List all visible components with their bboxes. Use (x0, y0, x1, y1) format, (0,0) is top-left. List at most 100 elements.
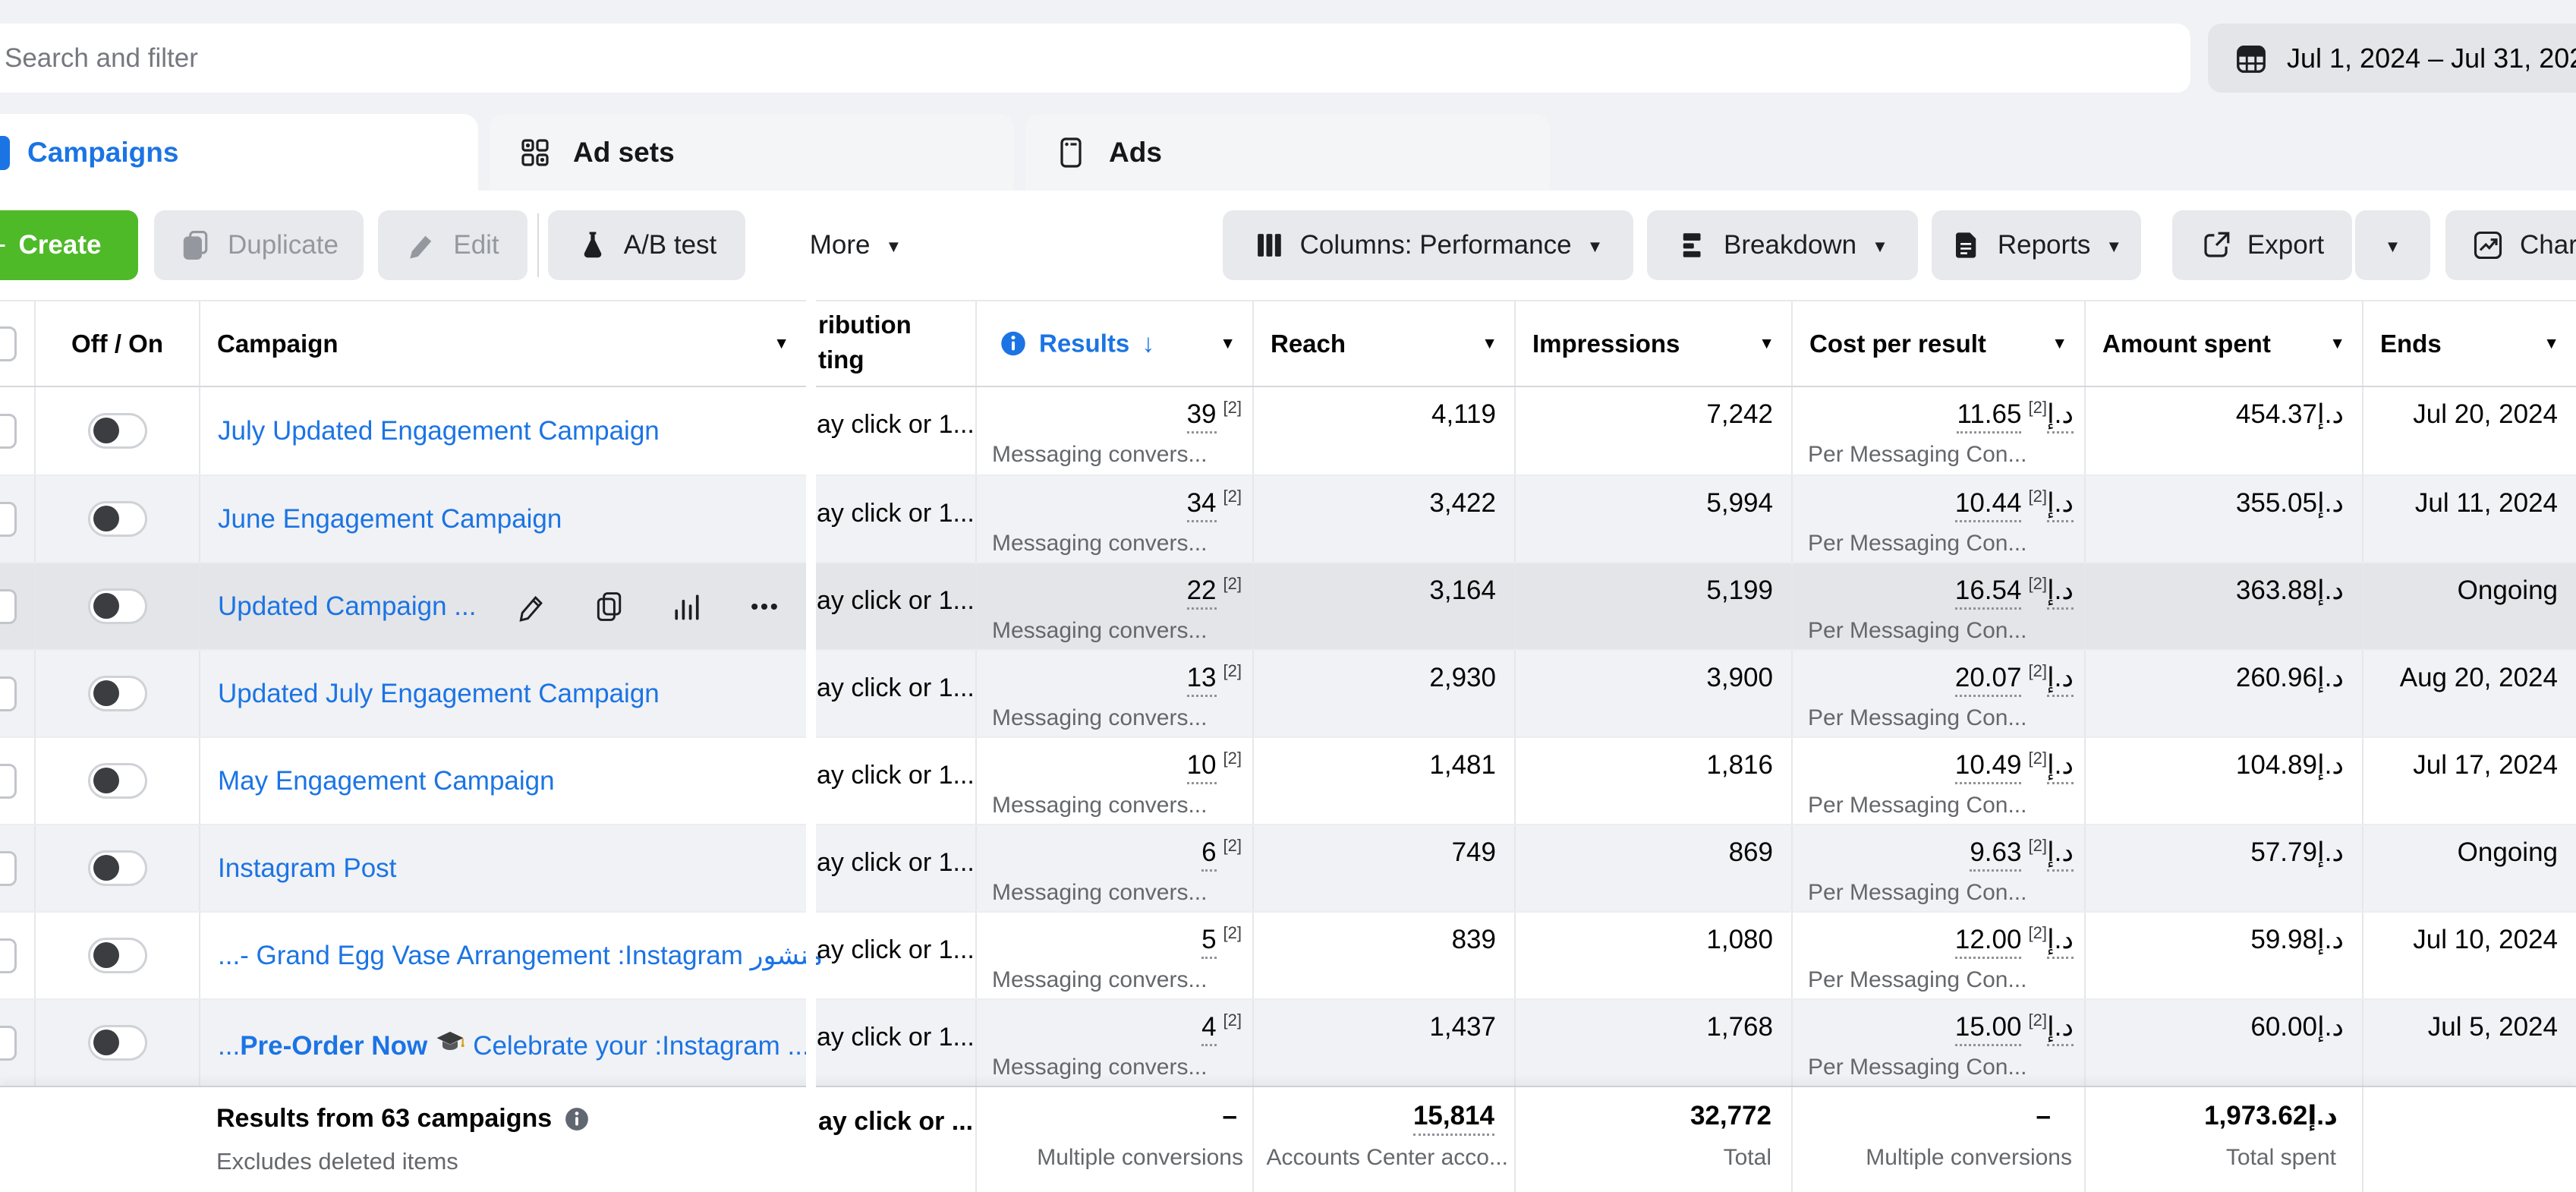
view-charts-icon[interactable] (670, 590, 704, 623)
tab-ad-sets-label: Ad sets (573, 137, 675, 169)
sort-caret-icon: ▼ (1482, 335, 1497, 353)
export-options-button[interactable]: ▼ (2355, 210, 2430, 280)
toggle-cell (34, 738, 199, 824)
table-header: Off / On Campaign ▼ ribution ting Result… (0, 300, 2576, 387)
header-results[interactable]: Results ↓ ▼ (975, 301, 1252, 386)
toggle-cell (34, 387, 199, 475)
header-ends[interactable]: Ends ▼ (2362, 301, 2576, 386)
reach-cell: 839 (1252, 913, 1514, 998)
ends-value: Ongoing (2458, 837, 2558, 868)
campaign-toggle-off[interactable] (88, 850, 147, 886)
campaign-link[interactable]: May Engagement Campaign (218, 766, 555, 796)
campaign-toggle-off[interactable] (88, 938, 147, 973)
campaign-link[interactable]: June Engagement Campaign (218, 504, 562, 535)
campaign-row: ...- Grand Egg Vase Arrangement :Instagr… (0, 911, 2576, 998)
cost-subtitle: Per Messaging Con... (1808, 967, 2026, 993)
toggle-knob (93, 768, 119, 793)
export-button[interactable]: Export (2172, 210, 2352, 280)
row-checkbox[interactable] (0, 764, 17, 799)
results-note: [2] (1223, 1011, 1242, 1030)
results-cell: 39[2]Messaging convers... (975, 387, 1252, 475)
row-checkbox[interactable] (0, 414, 17, 449)
header-attribution-setting[interactable]: ribution ting (817, 301, 975, 386)
reach-cell: 749 (1252, 825, 1514, 911)
cost-per-result-cell: 10.49د.إ[2]Per Messaging Con... (1791, 738, 2084, 824)
reach-value: 1,481 (1429, 750, 1496, 780)
date-range-button[interactable]: Jul 1, 2024 – Jul 31, 2024 (2208, 24, 2576, 93)
campaign-link[interactable]: Updated Campaign ... (218, 591, 476, 622)
more-options-icon[interactable] (748, 590, 781, 623)
campaign-cell: Instagram Post (199, 825, 806, 911)
results-subtitle: Messaging convers... (992, 618, 1207, 644)
frozen-column-divider (806, 300, 816, 1192)
cost-note: [2] (2028, 749, 2047, 768)
row-checkbox[interactable] (0, 1026, 17, 1061)
duplicate-button[interactable]: Duplicate (154, 210, 364, 280)
footer-impressions-sub: Total (1724, 1145, 1771, 1171)
reach-cell: 1,437 (1252, 1000, 1514, 1086)
ends-value: Jul 5, 2024 (2428, 1012, 2558, 1042)
campaigns-icon (0, 136, 10, 170)
chart-button[interactable]: Chart (2445, 210, 2576, 280)
duplicate-copy-icon[interactable] (593, 590, 626, 623)
attribution-value: ay click or 1... (817, 935, 975, 965)
spent-value: 59.98د.إ (2250, 925, 2344, 955)
results-value: 5[2] (1201, 925, 1242, 955)
campaign-link[interactable]: Updated July Engagement Campaign (218, 679, 660, 709)
header-campaign[interactable]: Campaign ▼ (199, 301, 806, 386)
campaign-cell: July Updated Engagement Campaign (199, 387, 806, 475)
campaign-toggle-off[interactable] (88, 413, 147, 449)
campaign-toggle-off[interactable] (88, 588, 147, 624)
footer-reach-sub: Accounts Center acco... (1267, 1145, 1509, 1171)
footer-title: Results from 63 campaigns (216, 1104, 590, 1134)
sort-caret-icon: ▼ (2052, 335, 2067, 353)
info-icon[interactable] (564, 1106, 590, 1132)
campaign-row: July Updated Engagement Campaign ay click… (0, 387, 2576, 475)
results-subtitle: Messaging convers... (992, 793, 1207, 818)
more-button[interactable]: More▼ (782, 210, 930, 280)
breakdown-button[interactable]: Breakdown▼ (1647, 210, 1918, 280)
campaign-link[interactable]: July Updated Engagement Campaign (218, 416, 660, 446)
header-impressions[interactable]: Impressions ▼ (1514, 301, 1791, 386)
toggle-knob (93, 1030, 119, 1055)
campaign-toggle-off[interactable] (88, 763, 147, 799)
campaign-link[interactable]: ...- Grand Egg Vase Arrangement :Instagr… (218, 941, 823, 971)
row-checkbox[interactable] (0, 676, 17, 711)
cost-subtitle: Per Messaging Con... (1808, 880, 2026, 906)
campaign-toggle-off[interactable] (88, 676, 147, 711)
header-cost-per-result[interactable]: Cost per result ▼ (1791, 301, 2084, 386)
impressions-cell: 1,768 (1514, 1000, 1791, 1086)
campaign-link[interactable]: ...Pre-Order NowCelebrate your :Instagra… (218, 1024, 810, 1061)
reports-button[interactable]: Reports▼ (1932, 210, 2141, 280)
row-checkbox[interactable] (0, 938, 17, 973)
tab-ad-sets[interactable]: Ad sets (490, 114, 1014, 191)
results-cell: 10[2]Messaging convers... (975, 738, 1252, 824)
attribution-value: ay click or 1... (817, 499, 975, 528)
search-input[interactable] (3, 43, 1979, 74)
attribution-value: ay click or 1... (817, 410, 975, 440)
edit-pencil-icon[interactable] (515, 590, 549, 623)
attribution-value: ay click or 1... (817, 1023, 975, 1052)
results-note: [2] (1223, 574, 1242, 593)
cost-per-result-cell: 12.00د.إ[2]Per Messaging Con... (1791, 913, 2084, 998)
footer-cost-cell: – Multiple conversions (1791, 1087, 2084, 1192)
row-checkbox[interactable] (0, 502, 17, 537)
toggle-knob (93, 855, 119, 881)
header-amount-spent[interactable]: Amount spent ▼ (2084, 301, 2362, 386)
create-button[interactable]: + Create (0, 210, 138, 280)
row-checkbox[interactable] (0, 851, 17, 886)
campaign-link[interactable]: Instagram Post (218, 853, 396, 884)
edit-button[interactable]: Edit (378, 210, 527, 280)
campaign-toggle-off[interactable] (88, 501, 147, 537)
tab-ads[interactable]: Ads (1025, 114, 1550, 191)
campaign-toggle-off[interactable] (88, 1025, 147, 1061)
header-reach[interactable]: Reach ▼ (1252, 301, 1514, 386)
amount-spent-cell: 355.05د.إ (2084, 476, 2362, 562)
ab-test-button[interactable]: A/B test (548, 210, 745, 280)
row-checkbox[interactable] (0, 589, 17, 624)
select-all-checkbox[interactable] (0, 326, 17, 361)
impressions-cell: 1,816 (1514, 738, 1791, 824)
toggle-cell (34, 913, 199, 998)
tab-campaigns[interactable]: Campaigns (0, 114, 478, 191)
columns-button[interactable]: Columns: Performance▼ (1223, 210, 1633, 280)
